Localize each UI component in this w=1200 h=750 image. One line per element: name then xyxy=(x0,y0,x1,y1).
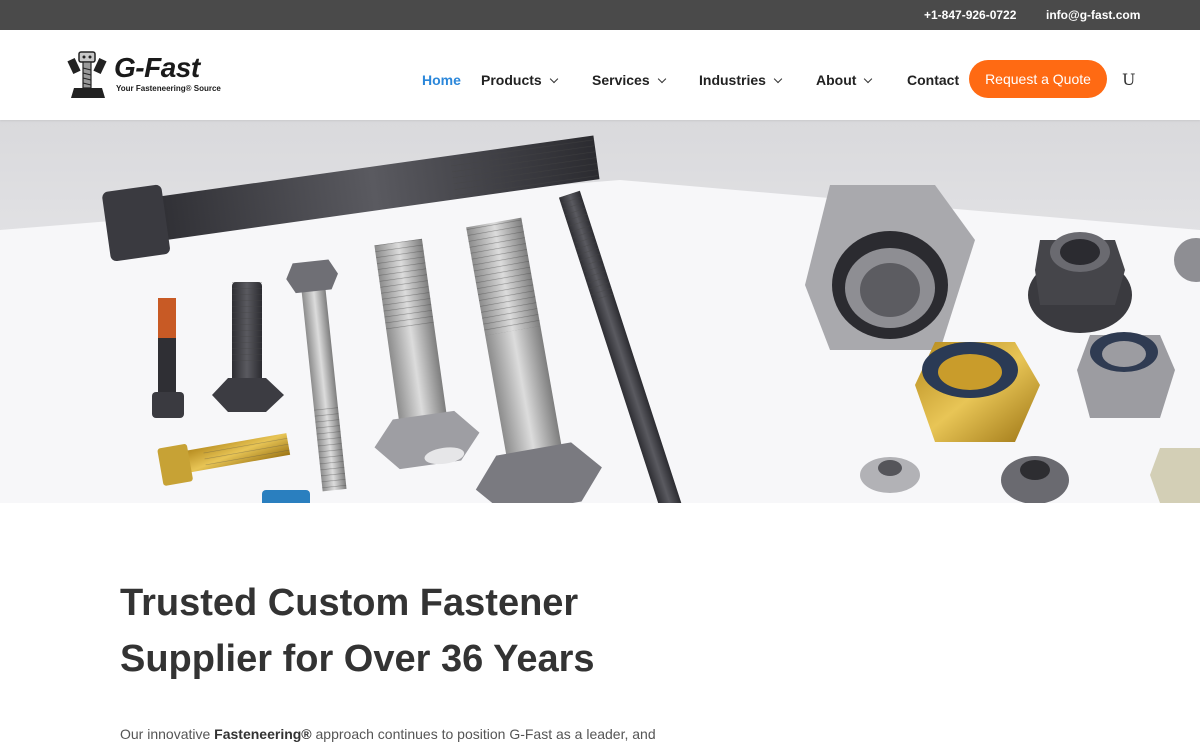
chevron-down-icon xyxy=(657,74,666,84)
chevron-down-icon xyxy=(773,74,783,84)
phone-link[interactable]: +1-847-926-0722 xyxy=(924,8,1016,22)
nav-contact[interactable]: Contact xyxy=(907,72,959,88)
intro-text-after: approach continues to position G-Fast as… xyxy=(311,726,656,742)
nav-services-label: Services xyxy=(592,72,650,88)
nav-industries-label: Industries xyxy=(699,72,766,88)
logo-name: G-Fast xyxy=(114,52,200,83)
intro-paragraph: Our innovative Fasteneering® approach co… xyxy=(120,726,720,742)
logo-bolt-mascot-icon xyxy=(67,51,107,98)
site-header: G-Fast Your Fasteneering® Source Home Pr… xyxy=(0,30,1200,120)
hero-banner xyxy=(0,120,1200,503)
headline-line-2: Supplier for Over 36 Years xyxy=(120,638,595,680)
chevron-down-icon xyxy=(864,74,873,84)
intro-text-before: Our innovative xyxy=(120,726,215,742)
request-quote-button[interactable]: Request a Quote xyxy=(969,60,1107,98)
nav-products[interactable]: Products xyxy=(481,72,558,88)
headline-line-1: Trusted Custom Fastener xyxy=(120,582,579,624)
search-icon[interactable]: U xyxy=(1122,70,1135,89)
nav-services[interactable]: Services xyxy=(592,72,666,88)
site-logo[interactable]: G-Fast Your Fasteneering® Source xyxy=(64,50,224,102)
nav-home[interactable]: Home xyxy=(422,72,461,88)
nav-industries[interactable]: Industries xyxy=(699,72,783,88)
logo-tagline: Your Fasteneering® Source xyxy=(116,84,221,93)
page-headline: Trusted Custom Fastener Supplier for Ove… xyxy=(120,575,720,687)
nav-about-label: About xyxy=(816,72,857,88)
nav-products-label: Products xyxy=(481,72,542,88)
chevron-down-icon xyxy=(549,74,558,84)
top-bar: +1-847-926-0722 info@g-fast.com xyxy=(0,0,1200,30)
intro-brand-term: Fasteneering® xyxy=(214,726,312,742)
email-link[interactable]: info@g-fast.com xyxy=(1046,8,1140,22)
hero-fasteners-image xyxy=(0,120,1200,503)
nav-about[interactable]: About xyxy=(816,72,873,88)
